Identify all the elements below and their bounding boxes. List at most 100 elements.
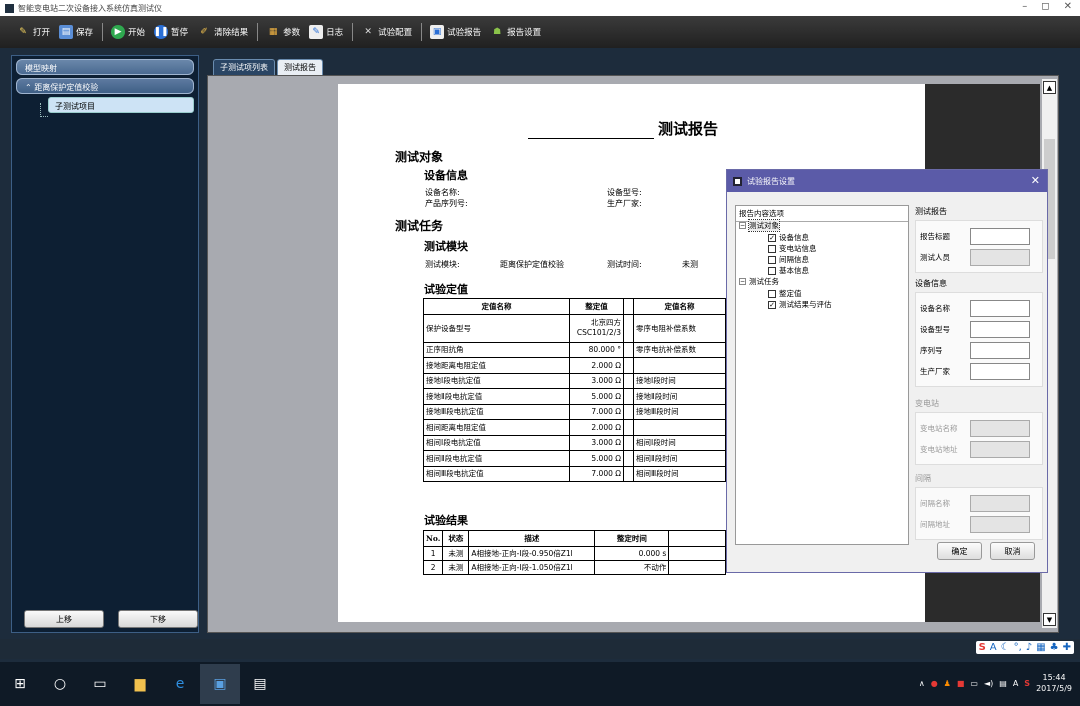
moon-icon: ☾ xyxy=(1000,642,1010,653)
gap-cell xyxy=(623,419,634,436)
tester-input[interactable] xyxy=(970,248,1030,266)
app-taskbar-icon[interactable]: ▣ xyxy=(200,664,240,704)
ime-toolbar[interactable]: S A ☾ °, ♪ ▦ ♣ ✚ xyxy=(975,641,1074,654)
tray-app-icon[interactable]: ● xyxy=(931,679,938,688)
tab-test-report[interactable]: 测试报告 xyxy=(277,59,323,75)
setting-name-cell: 零序电阻补偿系数 xyxy=(633,313,726,343)
tree-node-substation-info[interactable]: 变电站信息 xyxy=(768,243,817,254)
tree-node-settings[interactable]: 整定值 xyxy=(768,288,802,299)
device-model-input[interactable] xyxy=(970,320,1030,338)
setting-name-cell: 相间Ⅲ段电抗定值 xyxy=(423,465,570,482)
windows-start-icon[interactable]: ⊞ xyxy=(0,664,40,704)
close-button[interactable]: ✕ xyxy=(1064,1,1072,12)
setting-value-cell: 7.000 Ω xyxy=(569,403,624,420)
tray-app-icon[interactable]: ■ xyxy=(957,679,965,688)
bay-fieldset: 间隔 间隔名称 间隔地址 xyxy=(915,473,1043,540)
move-up-button[interactable]: 上移 xyxy=(24,610,104,628)
notification-icon[interactable]: ▤ xyxy=(999,679,1007,688)
bay-name-input[interactable] xyxy=(970,494,1030,512)
report-title: 测试报告 xyxy=(528,118,718,139)
tree-node-test-object[interactable]: − 测试对象 xyxy=(739,219,780,232)
mic-icon: ♪ xyxy=(1025,642,1033,653)
report-settings-button[interactable]: ☗ 报告设置 xyxy=(490,25,541,39)
manufacturer-input[interactable] xyxy=(970,362,1030,380)
task-view-icon[interactable]: ▭ xyxy=(80,664,120,704)
tree-node-test-task[interactable]: − 测试任务 xyxy=(739,276,779,287)
pause-button[interactable]: ❚❚ 暂停 xyxy=(154,25,188,39)
setting-value-cell: 7.000 Ω xyxy=(569,465,624,482)
tray-app-icon[interactable]: ♟ xyxy=(944,679,951,688)
report-title-input[interactable] xyxy=(970,227,1030,245)
settings-heading: 试验定值 xyxy=(424,283,468,296)
collapse-icon[interactable]: − xyxy=(739,222,746,229)
field-label: 生产厂家 xyxy=(920,366,950,376)
scroll-down-arrow-icon[interactable]: ▼ xyxy=(1043,613,1056,626)
dialog-close-icon[interactable]: ✕ xyxy=(1031,174,1040,187)
clock[interactable]: 15:44 2017/5/9 xyxy=(1036,672,1072,694)
minimize-button[interactable]: – xyxy=(1022,1,1027,12)
checkbox-icon[interactable] xyxy=(768,244,776,253)
module-label: 测试模块: xyxy=(425,260,460,269)
test-config-button[interactable]: ✕ 试验配置 xyxy=(361,25,412,39)
save-button[interactable]: ▤ 保存 xyxy=(59,25,93,39)
test-group-item[interactable]: ⌃ 距离保护定值校验 xyxy=(16,78,194,94)
tree-node-bay-info[interactable]: 间隔信息 xyxy=(768,254,809,265)
test-report-button[interactable]: ▣ 试验报告 xyxy=(430,25,481,39)
model-mapping-item[interactable]: 模型映射 xyxy=(16,59,194,75)
start-button[interactable]: ▶ 开始 xyxy=(111,25,145,39)
tab-subtest-list[interactable]: 子测试项列表 xyxy=(213,59,275,75)
clear-results-button[interactable]: ✐ 清除结果 xyxy=(197,25,248,39)
network-icon[interactable]: ▭ xyxy=(970,679,978,688)
gap-cell xyxy=(623,313,634,343)
device-info-heading: 设备信息 xyxy=(424,169,468,182)
keyboard-icon: ▦ xyxy=(1036,642,1046,653)
setting-value-cell: 北京四方 CSC101/2/3 xyxy=(569,313,624,343)
checkbox-checked-icon[interactable]: ✓ xyxy=(768,300,776,309)
gap-cell xyxy=(623,357,634,374)
table-row: 相间Ⅲ段电抗定值 7.000 Ω 相间Ⅲ段时间 xyxy=(423,465,726,482)
substation-address-input[interactable] xyxy=(970,440,1030,458)
field-label: 报告标题 xyxy=(920,231,950,241)
device-name-input[interactable] xyxy=(970,299,1030,317)
checkbox-icon[interactable] xyxy=(768,255,776,264)
table-row: 相间Ⅰ段电抗定值 3.000 Ω 相间Ⅰ段时间 xyxy=(423,434,726,451)
terminal-taskbar-icon[interactable]: ▤ xyxy=(240,664,280,704)
log-button[interactable]: ✎ 日志 xyxy=(309,25,343,39)
volume-icon[interactable]: ◄) xyxy=(984,679,993,688)
toolbar-separator xyxy=(421,23,423,41)
file-explorer-icon[interactable]: ▆ xyxy=(120,664,160,704)
result-no-cell: 2 xyxy=(422,559,444,575)
checkbox-icon[interactable] xyxy=(768,266,776,275)
cancel-button[interactable]: 取消 xyxy=(990,542,1035,560)
table-row: 2 未测 A相接地-正向-Ⅰ段-1.050倍Z1l 不动作 xyxy=(422,559,726,575)
subtest-item[interactable]: 子测试项目 xyxy=(48,97,194,113)
checkbox-checked-icon[interactable]: ✓ xyxy=(768,233,776,242)
move-down-button[interactable]: 下移 xyxy=(118,610,198,628)
sogou-tray-icon[interactable]: S xyxy=(1024,679,1030,688)
collapse-icon[interactable]: − xyxy=(739,278,746,285)
tree-node-basic-info[interactable]: 基本信息 xyxy=(768,265,809,276)
substation-name-input[interactable] xyxy=(970,419,1030,437)
setting-name-cell: 正序阻抗角 xyxy=(423,341,570,358)
edge-icon[interactable]: e xyxy=(160,664,200,704)
scroll-up-arrow-icon[interactable]: ▲ xyxy=(1043,81,1056,94)
clock-date: 2017/5/9 xyxy=(1036,684,1072,693)
params-button[interactable]: ▦ 参数 xyxy=(266,25,300,39)
bay-address-input[interactable] xyxy=(970,515,1030,533)
tray-expand-icon[interactable]: ∧ xyxy=(919,679,925,688)
column-header: 描述 xyxy=(468,530,596,547)
search-icon[interactable]: ○ xyxy=(40,664,80,704)
tree-node-results-eval[interactable]: ✓ 测试结果与评估 xyxy=(768,299,832,310)
result-desc-cell: A相接地-正向-Ⅰ段-1.050倍Z1l xyxy=(468,559,596,575)
checkbox-icon[interactable] xyxy=(768,289,776,298)
input-language[interactable]: A xyxy=(1013,679,1018,688)
ok-button[interactable]: 确定 xyxy=(937,542,982,560)
report-icon: ▣ xyxy=(430,25,445,39)
table-header-row: No. 状态 描述 整定时间 xyxy=(422,530,726,547)
tree-node-device-info[interactable]: ✓ 设备信息 xyxy=(768,232,809,243)
serial-input[interactable] xyxy=(970,341,1030,359)
restore-button[interactable]: ◻ xyxy=(1041,1,1049,12)
setting-value-cell: 5.000 Ω xyxy=(569,388,624,405)
open-button[interactable]: ✎ 打开 xyxy=(16,25,50,39)
field-label: 间隔名称 xyxy=(920,498,950,508)
